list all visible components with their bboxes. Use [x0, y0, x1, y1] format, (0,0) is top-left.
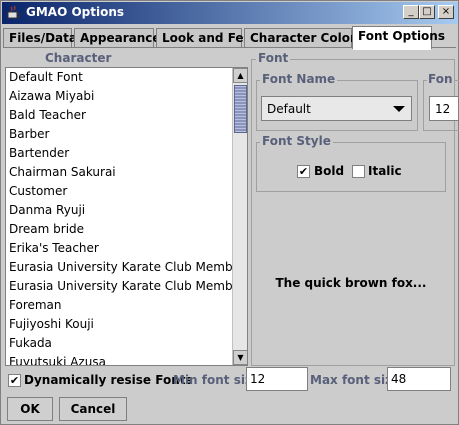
character-list-item[interactable]: Foreman [6, 296, 232, 315]
character-list-item[interactable]: Barber [6, 125, 232, 144]
cancel-button[interactable]: Cancel [59, 397, 127, 421]
font-style-title: Font Style [260, 134, 333, 148]
character-panel-title: Character [45, 51, 112, 65]
options-window: GMAO Options _ □ × Files/Data Appearance… [0, 0, 459, 425]
character-list-item[interactable]: Danma Ryuji [6, 201, 232, 220]
dynamic-resize-checkbox[interactable]: ✔ [8, 374, 21, 387]
character-list-scrollbar[interactable]: ▲ ▼ [232, 68, 247, 365]
title-bar[interactable]: GMAO Options _ □ × [2, 2, 458, 24]
min-font-size-input[interactable]: 12 [246, 367, 308, 391]
font-style-group-box [256, 142, 446, 192]
scroll-down-arrow-icon[interactable]: ▼ [233, 350, 247, 365]
character-list-item[interactable]: Fujiyoshi Kouji [6, 315, 232, 334]
font-size-value: 12 [435, 102, 451, 116]
font-group-title: Font [256, 51, 291, 65]
java-cup-icon [7, 5, 21, 19]
tab-appearance[interactable]: Appearance [74, 28, 161, 48]
character-list-item[interactable]: Eurasia University Karate Club Members [6, 277, 232, 296]
close-button[interactable]: × [438, 5, 454, 19]
font-size-field[interactable]: 12 [429, 96, 459, 121]
chevron-down-icon[interactable] [393, 106, 405, 112]
scroll-thumb[interactable] [234, 85, 247, 133]
italic-checkbox[interactable] [352, 165, 365, 178]
italic-label: Italic [368, 164, 402, 178]
character-list-item[interactable]: Fuyutsuki Azusa [6, 353, 232, 365]
tab-files-data[interactable]: Files/Data [3, 28, 77, 48]
character-list[interactable]: Default Font Aizawa Miyabi Bald Teacher Bar… [5, 67, 248, 366]
font-name-title: Font Name [260, 72, 338, 86]
scroll-up-arrow-icon[interactable]: ▲ [233, 68, 247, 83]
window-title: GMAO Options [26, 5, 125, 19]
character-list-item[interactable]: Dream bride [6, 220, 232, 239]
tab-look-and-feel[interactable]: Look and Feel [156, 28, 256, 48]
tab-font-options[interactable]: Font Options [352, 26, 445, 50]
character-list-item[interactable]: Aizawa Miyabi [6, 87, 232, 106]
dynamic-resize-label: Dynamically resise Fonts [24, 373, 193, 387]
font-name-value: Default [267, 102, 311, 116]
bold-checkbox[interactable]: ✔ [297, 165, 310, 178]
character-list-item[interactable]: Chairman Sakurai [6, 163, 232, 182]
ok-button[interactable]: OK [7, 397, 53, 421]
character-list-item[interactable]: Customer [6, 182, 232, 201]
maximize-button[interactable]: □ [419, 5, 435, 19]
minimize-button[interactable]: _ [403, 5, 419, 19]
font-preview-text: The quick brown fox... [275, 276, 427, 290]
character-list-item[interactable]: Bald Teacher [6, 106, 232, 125]
bold-label: Bold [314, 164, 345, 178]
character-list-item[interactable]: Erika's Teacher [6, 239, 232, 258]
font-size-title: Fon [427, 72, 454, 86]
character-list-item[interactable]: Bartender [6, 144, 232, 163]
tab-character-colors[interactable]: Character Colors [244, 28, 363, 48]
max-font-size-input[interactable]: 48 [387, 367, 451, 391]
character-list-item[interactable]: Eurasia University Karate Club Member [6, 258, 232, 277]
font-name-combo[interactable]: Default [261, 96, 412, 121]
character-list-items: Default Font Aizawa Miyabi Bald Teacher Bar… [6, 68, 232, 365]
character-list-item[interactable]: Default Font [6, 68, 232, 87]
character-list-item[interactable]: Fukada [6, 334, 232, 353]
